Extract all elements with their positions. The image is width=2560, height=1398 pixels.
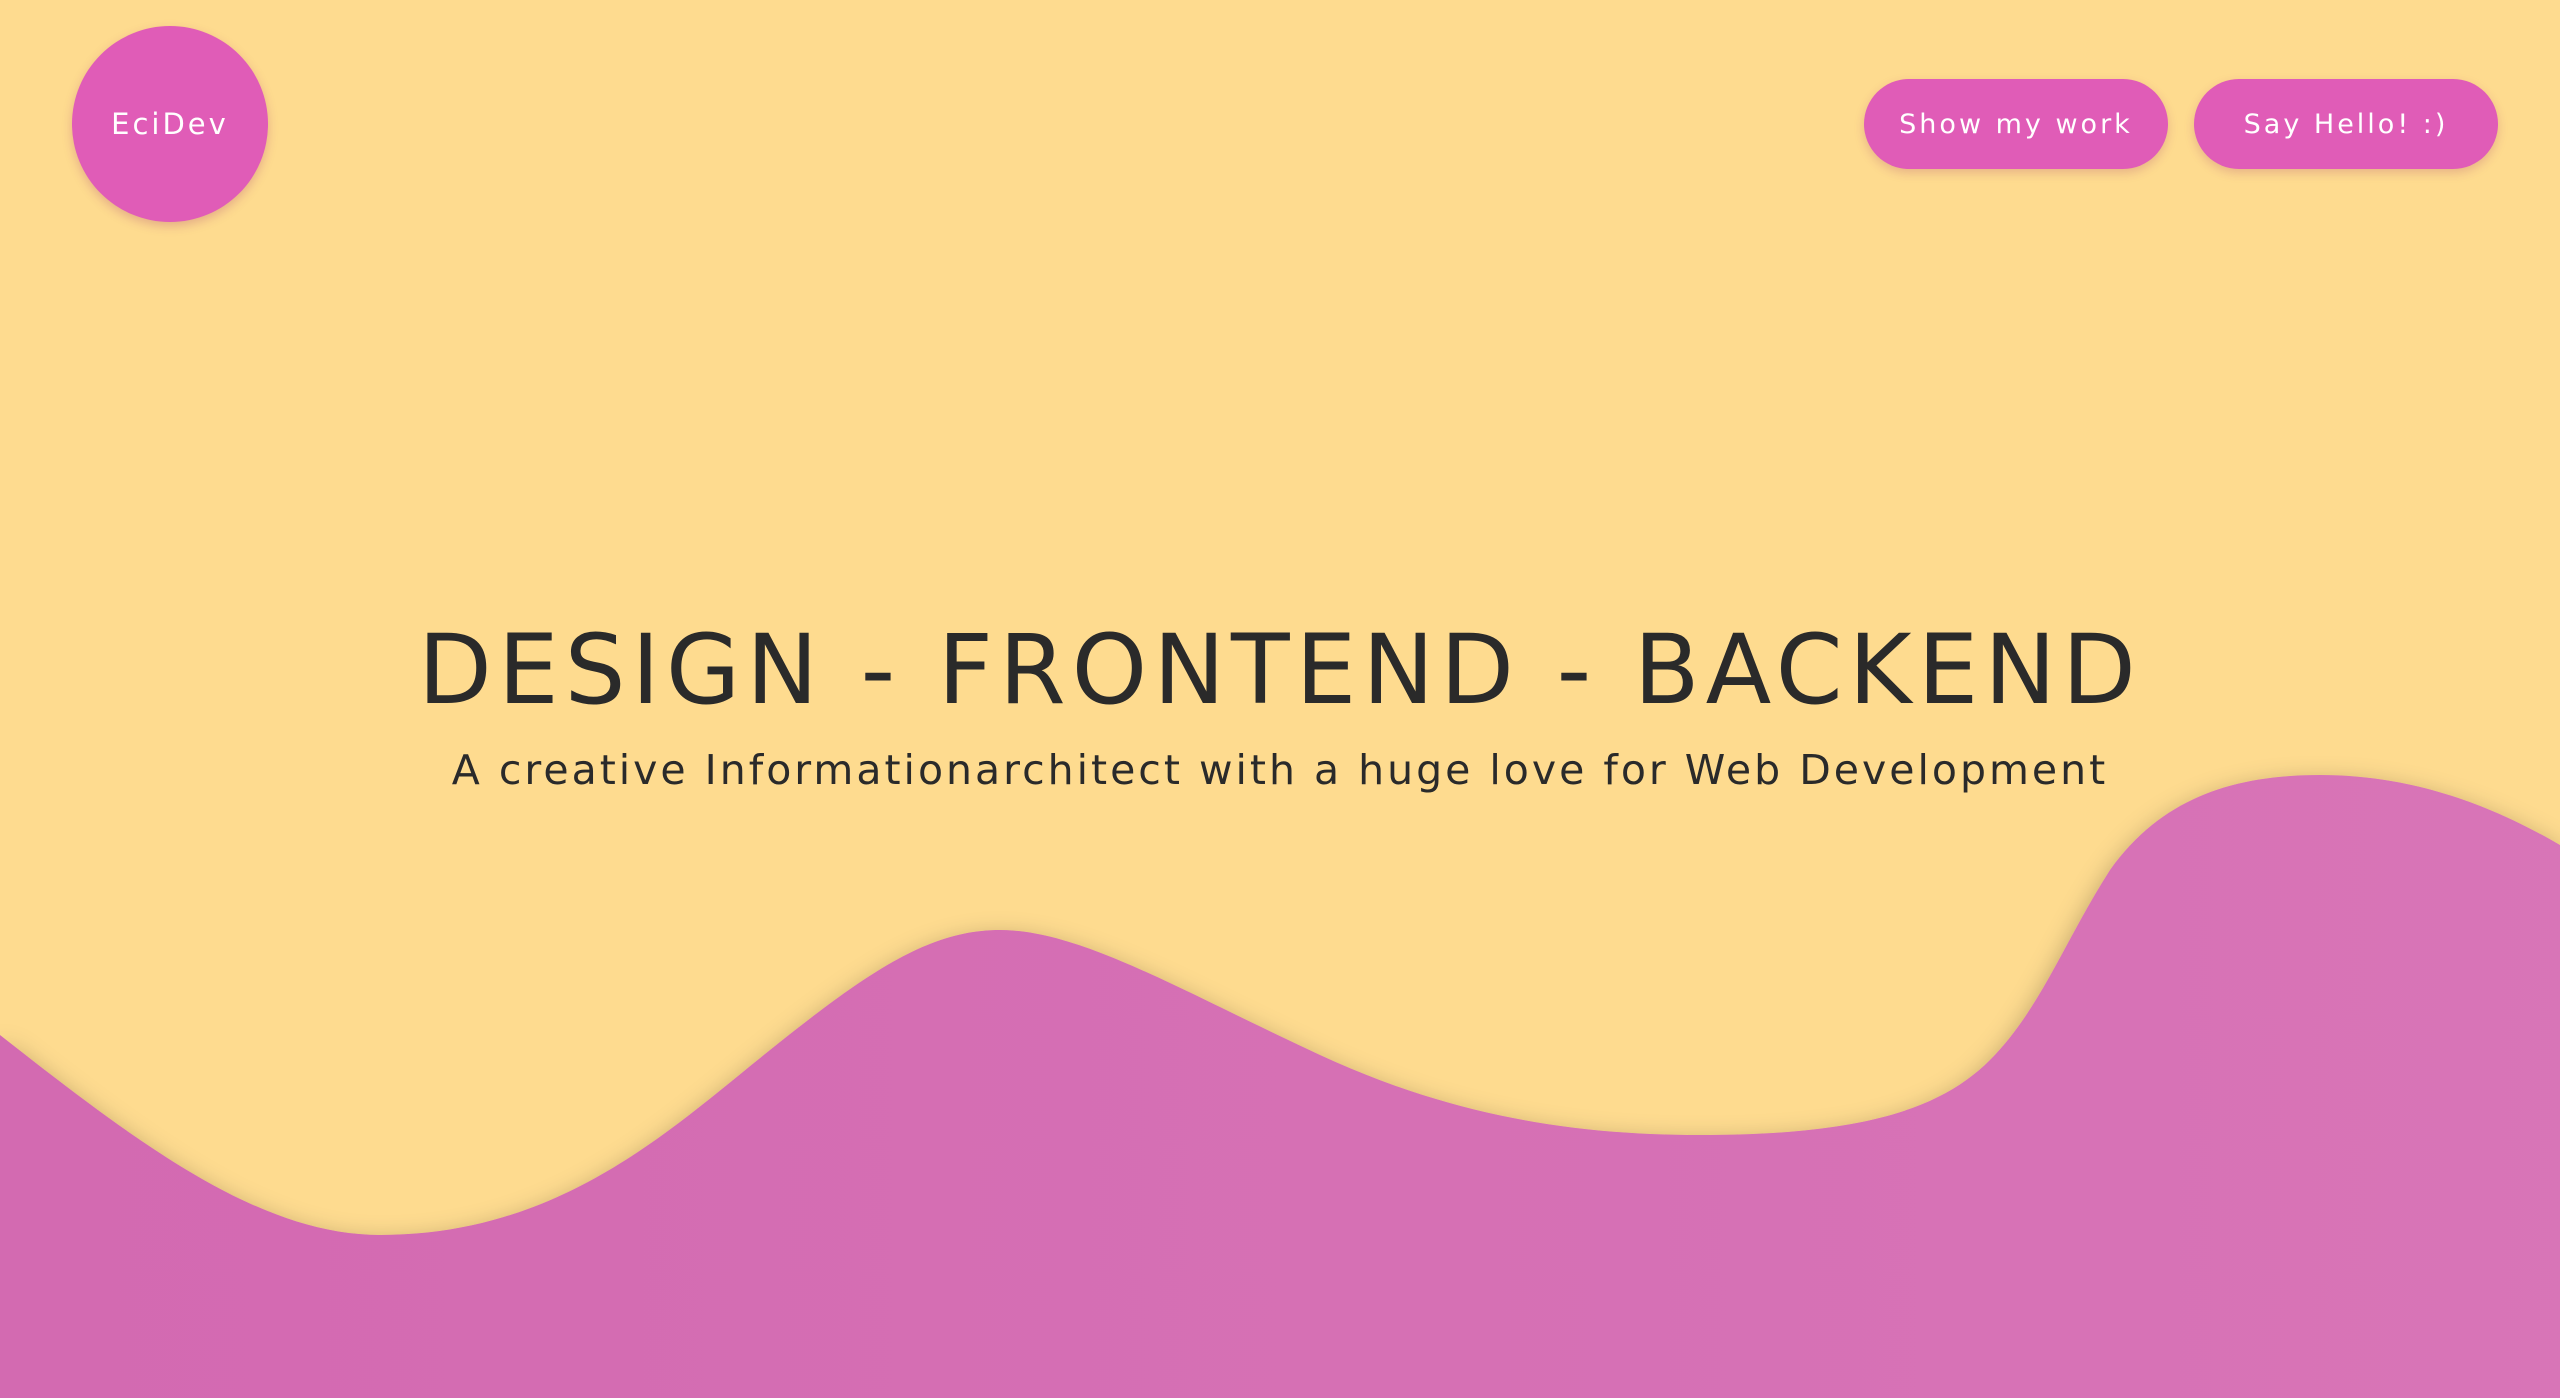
hero-tagline: A creative Informationarchitect with a h… bbox=[451, 746, 2109, 794]
top-nav: Show my work Say Hello! :) bbox=[1864, 79, 2498, 169]
landing-page: EciDev Show my work Say Hello! :) DESIGN… bbox=[0, 0, 2560, 1398]
hero-section: DESIGN - FRONTEND - BACKEND A creative I… bbox=[0, 600, 2560, 800]
logo-button[interactable]: EciDev bbox=[72, 26, 268, 222]
logo-label: EciDev bbox=[111, 107, 229, 141]
hero-headline: DESIGN - FRONTEND - BACKEND bbox=[418, 614, 2142, 726]
say-hello-label: Say Hello! :) bbox=[2243, 108, 2449, 140]
say-hello-button[interactable]: Say Hello! :) bbox=[2194, 79, 2498, 169]
show-my-work-button[interactable]: Show my work bbox=[1864, 79, 2168, 169]
show-my-work-label: Show my work bbox=[1899, 108, 2133, 140]
